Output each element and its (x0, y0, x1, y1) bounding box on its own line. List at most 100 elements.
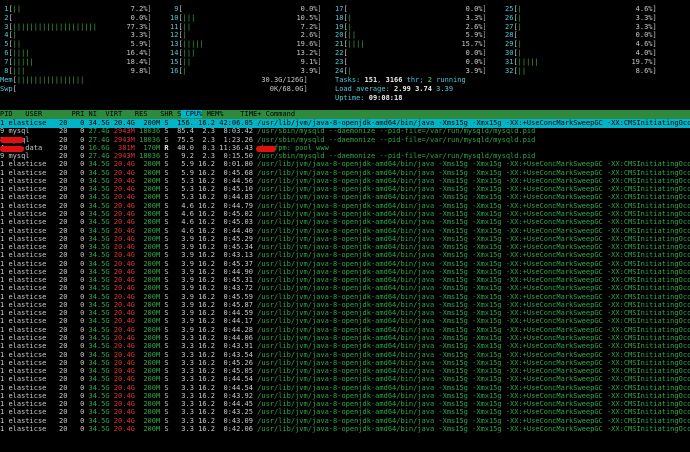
cell-cpu: 3.9 (168, 317, 194, 326)
cpu-bar: || (517, 66, 527, 75)
cell-user: elasticse (8, 325, 55, 334)
cell-cpu: 5.3 (168, 176, 194, 185)
column-header-pid[interactable]: PID (0, 110, 25, 118)
cell-res: 20.4G (109, 350, 135, 359)
column-header-virt[interactable]: VIRT (97, 110, 122, 118)
table-row[interactable]: 1 elasticse 20 0 34.5G 20.4G 200M S 4.6 … (0, 202, 690, 211)
table-row[interactable]: 1 elasticse 20 0 34.5G 20.4G 200M S 3.9 … (0, 251, 690, 260)
table-row[interactable]: 1 elasticse 20 0 34.5G 20.4G 200M S 3.9 … (0, 276, 690, 285)
table-row[interactable]: 1 elasticse 20 0 34.5G 20.4G 200M S 3.3 … (0, 384, 690, 393)
cell-pri: 20 (54, 350, 68, 359)
table-row[interactable]: 9 mysql 20 0 27.4G 2943M 18036 S 75.5 2.… (0, 136, 690, 145)
cell-virt: 34.5G (84, 309, 110, 318)
cell-mem: 16.2 (193, 317, 216, 326)
cell-shr: 200M (134, 358, 161, 367)
cell-cpu: 3.3 (168, 342, 194, 351)
table-row[interactable]: 4 www-data 20 0 16.6G 381M 170M R 40.0 0… (0, 144, 690, 153)
cell-s: S (160, 243, 169, 252)
cpu-percent: 16.4% (29, 49, 148, 57)
cell-res: 2943M (109, 127, 135, 136)
table-row[interactable]: 1 elasticse 20 0 34.5G 20.4G 200M S 4.6 … (0, 210, 690, 219)
cell-mem: 16.2 (193, 226, 216, 235)
process-table-header[interactable]: PID USER PRI NI VIRT RES SHR S CPU% MEM%… (0, 110, 690, 119)
cell-s: S (160, 391, 169, 400)
table-row[interactable]: 1 elasticse 20 0 34.5G 20.4G 200M S 3.3 … (0, 351, 690, 360)
cell-mem: 16.2 (193, 218, 216, 227)
table-row[interactable]: 1 elasticse 20 0 34.5G 20.4G 200M S 5.3 … (0, 177, 690, 186)
column-header-time[interactable]: TIME+ (223, 110, 261, 118)
cell-res: 2943M (109, 135, 135, 144)
column-header-ni[interactable]: NI (84, 110, 97, 118)
cell-ni: 0 (67, 251, 85, 260)
table-row[interactable]: 1 elasticse 20 0 34.5G 20.4G 200M S 3.3 … (0, 334, 690, 343)
table-row[interactable]: 1 elasticse 20 0 34.5G 20.4G 200M S 3.9 … (0, 243, 690, 252)
table-row[interactable]: 1 elasticse 20 0 34.5G 20.4G 200M S 156.… (0, 119, 690, 128)
cpu-meter-24: 24[| 3.9%] (335, 66, 485, 75)
cell-virt: 34.5G (84, 267, 110, 276)
cell-cpu: 5.9 (168, 168, 194, 177)
cell-res: 20.4G (109, 176, 135, 185)
table-row[interactable]: 1 elasticse 20 0 34.5G 20.4G 200M S 5.3 … (0, 193, 690, 202)
cpu-percent: 0.0% (347, 5, 483, 13)
cell-cpu: 3.3 (168, 375, 194, 384)
cell-shr: 200M (134, 416, 161, 425)
table-row[interactable]: 1 elasticse 20 0 34.5G 20.4G 200M S 3.3 … (0, 425, 690, 434)
cell-shr: 200M (134, 226, 161, 235)
cell-pri: 20 (54, 201, 68, 210)
table-row[interactable]: 1 elasticse 20 0 34.5G 20.4G 200M S 3.3 … (0, 392, 690, 401)
cell-mem: 16.2 (193, 234, 216, 243)
cell-ni: 0 (67, 342, 85, 351)
cpu-meter-25: 25[| 4.6%] (505, 5, 657, 13)
table-row[interactable]: 1 elasticse 20 0 34.5G 20.4G 200M S 4.6 … (0, 218, 690, 227)
table-row[interactable]: 1 elasticse 20 0 34.5G 20.4G 200M S 3.9 … (0, 293, 690, 302)
table-row[interactable]: 1 elasticse 20 0 34.5G 20.4G 200M S 3.9 … (0, 301, 690, 310)
table-row[interactable]: 1 elasticse 20 0 34.5G 20.4G 200M S 3.9 … (0, 284, 690, 293)
table-row[interactable]: 1 elasticse 20 0 34.5G 20.4G 200M S 3.3 … (0, 408, 690, 417)
table-row[interactable]: 1 elasticse 20 0 34.5G 20.4G 200M S 3.3 … (0, 367, 690, 376)
cell-cmd: /usr/lib/jvm/java-8-openjdk-amd64/bin/ja… (257, 251, 690, 260)
cell-pri: 20 (54, 358, 68, 367)
cell-mem: 16.2 (193, 185, 216, 194)
cell-cmd: /usr/lib/jvm/java-8-openjdk-amd64/bin/ja… (257, 342, 690, 351)
uptime: Uptime: 09:08:18 (335, 94, 403, 102)
cell-res: 20.4G (109, 300, 135, 309)
table-row[interactable]: 1 elasticse 20 0 34.5G 20.4G 200M S 5.3 … (0, 185, 690, 194)
table-row[interactable]: 1 elasticse 20 0 34.5G 20.4G 200M S 5.9 … (0, 160, 690, 169)
cell-s: S (160, 127, 169, 136)
table-row[interactable]: 1 elasticse 20 0 34.5G 20.4G 200M S 3.3 … (0, 417, 690, 426)
cell-s: S (160, 218, 169, 227)
table-row[interactable]: 9 mysql 20 0 27.4G 2943M 18036 S 85.4 2.… (0, 127, 690, 136)
column-header-user[interactable]: USER (25, 110, 67, 118)
table-row[interactable]: 1 elasticse 20 0 34.5G 20.4G 200M S 3.9 … (0, 268, 690, 277)
table-row[interactable]: 1 elasticse 20 0 34.5G 20.4G 200M S 3.3 … (0, 342, 690, 351)
cell-user: elasticse (8, 383, 55, 392)
column-header-pri[interactable]: PRI (67, 110, 85, 118)
table-row[interactable]: 1 elasticse 20 0 34.5G 20.4G 200M S 4.6 … (0, 227, 690, 236)
column-header-mem[interactable]: MEM% (202, 110, 224, 118)
cell-mem: 16.2 (193, 325, 216, 334)
table-row[interactable]: 1 elasticse 20 0 34.5G 20.4G 200M S 3.9 … (0, 260, 690, 269)
cell-pri: 20 (54, 168, 68, 177)
cell-s: S (160, 209, 169, 218)
cell-shr: 200M (134, 391, 161, 400)
table-row[interactable]: 1 elasticse 20 0 34.5G 20.4G 200M S 3.3 … (0, 375, 690, 384)
table-row[interactable]: 1 elasticse 20 0 34.5G 20.4G 200M S 3.3 … (0, 359, 690, 368)
table-row[interactable]: 9 mysql 20 0 27.4G 2943M 18036 S 9.2 2.3… (0, 152, 690, 161)
cell-cmd: /usr/lib/jvm/java-8-openjdk-amd64/bin/ja… (257, 185, 690, 194)
column-header-cpu[interactable]: CPU% (181, 110, 203, 118)
table-row[interactable]: 1 elasticse 20 0 34.5G 20.4G 200M S 3.9 … (0, 326, 690, 335)
cell-shr: 200M (134, 309, 161, 318)
column-header-res[interactable]: RES (122, 110, 148, 118)
cell-cpu: 5.9 (168, 160, 194, 169)
cell-shr: 170M (134, 143, 161, 152)
cell-res: 20.4G (109, 408, 135, 417)
table-row[interactable]: 1 elasticse 20 0 34.5G 20.4G 200M S 3.9 … (0, 309, 690, 318)
column-header-command[interactable]: Command (261, 110, 296, 118)
column-header-shr[interactable]: SHR (148, 110, 173, 118)
table-row[interactable]: 1 elasticse 20 0 34.5G 20.4G 200M S 5.9 … (0, 169, 690, 178)
cell-res: 2943M (109, 152, 135, 161)
table-row[interactable]: 1 elasticse 20 0 34.5G 20.4G 200M S 3.9 … (0, 235, 690, 244)
table-row[interactable]: 1 elasticse 20 0 34.5G 20.4G 200M S 3.3 … (0, 400, 690, 409)
cell-user: elasticse (8, 408, 55, 417)
table-row[interactable]: 1 elasticse 20 0 34.5G 20.4G 200M S 3.9 … (0, 317, 690, 326)
